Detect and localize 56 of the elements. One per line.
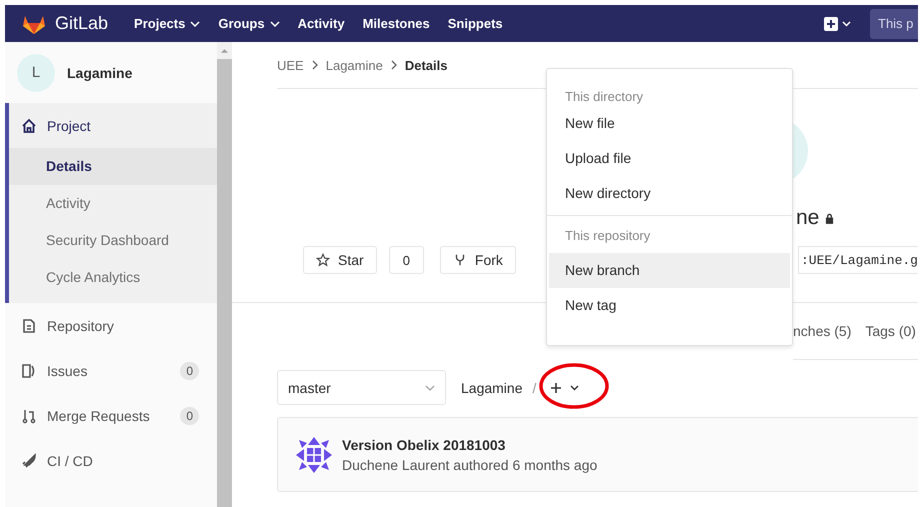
count-badge: 0 (180, 406, 199, 424)
project-avatar[interactable]: L (17, 54, 55, 92)
commit-title[interactable]: Version Obelix 20181003 (342, 436, 598, 452)
breadcrumb-link[interactable]: Lagamine (326, 58, 383, 72)
new-menu-button[interactable] (824, 16, 852, 30)
nav-link[interactable]: Snippets (448, 16, 503, 31)
star-count[interactable]: 0 (388, 246, 424, 274)
sidebar-subitem[interactable]: Cycle Analytics (9, 259, 217, 296)
menu-item[interactable]: New tag (549, 288, 790, 323)
sidebar-subitem[interactable]: Details (9, 148, 217, 185)
sidebar-subitem[interactable]: Activity (9, 185, 217, 222)
identicon-avatar-icon (296, 436, 332, 472)
plus-caret-icon (550, 382, 580, 394)
menu-item[interactable]: New file (549, 106, 790, 141)
commit-byline: Duchene Laurent authored 6 months ago (342, 456, 598, 472)
menu-section-header: This directory (564, 88, 644, 106)
nav-link[interactable]: Activity (298, 16, 345, 31)
highlight-circle (538, 362, 610, 410)
menu-section-header: This repository (564, 227, 652, 245)
sidebar-item[interactable]: CI / CD (5, 438, 217, 483)
scrollbar[interactable] (217, 42, 232, 507)
repository-path[interactable]: Lagamine (461, 380, 522, 396)
menu-item[interactable]: New directory (549, 176, 790, 211)
stat-link[interactable]: nches (5) (793, 323, 852, 339)
chevron-right-icon (312, 60, 318, 70)
count-badge: 0 (180, 362, 199, 380)
chevron-right-icon (390, 60, 397, 70)
path-separator: / (532, 380, 536, 396)
action-button[interactable]: Fork (440, 246, 516, 274)
breadcrumb-link[interactable]: Details (404, 58, 448, 72)
home-icon (21, 118, 37, 134)
stat-link[interactable]: Tags (0) (865, 323, 916, 339)
menu-item[interactable]: New branch (549, 253, 790, 288)
nav-link[interactable]: Groups (218, 16, 280, 31)
sidebar-item[interactable]: Project (9, 103, 217, 148)
sidebar-item[interactable]: Merge Requests 0 (5, 393, 217, 438)
caret-icon (425, 384, 435, 390)
star-icon (316, 253, 330, 267)
clone-url-field[interactable]: :UEE/Lagamine.g (798, 246, 918, 274)
nav-link[interactable]: Milestones (362, 16, 430, 31)
nav-link[interactable]: Projects (134, 16, 200, 31)
branch-dropdown[interactable]: master (277, 370, 446, 405)
plus-square-icon (824, 16, 852, 30)
project-title: ne (796, 206, 820, 230)
menu-item[interactable]: Upload file (549, 141, 790, 176)
breadcrumb-link[interactable]: UEE (277, 58, 304, 72)
document-icon (21, 318, 37, 334)
search-field[interactable]: This p (870, 8, 918, 38)
action-button[interactable]: Star (303, 246, 377, 274)
merge-request-icon (21, 408, 37, 424)
sidebar-subitem[interactable]: Security Dashboard (9, 222, 217, 259)
sidebar-item[interactable]: Repository (5, 303, 217, 348)
project-name[interactable]: Lagamine (67, 64, 132, 80)
brand-name[interactable]: GitLab (55, 13, 108, 34)
sidebar-item[interactable]: Issues 0 (5, 348, 217, 393)
issues-icon (21, 362, 37, 378)
